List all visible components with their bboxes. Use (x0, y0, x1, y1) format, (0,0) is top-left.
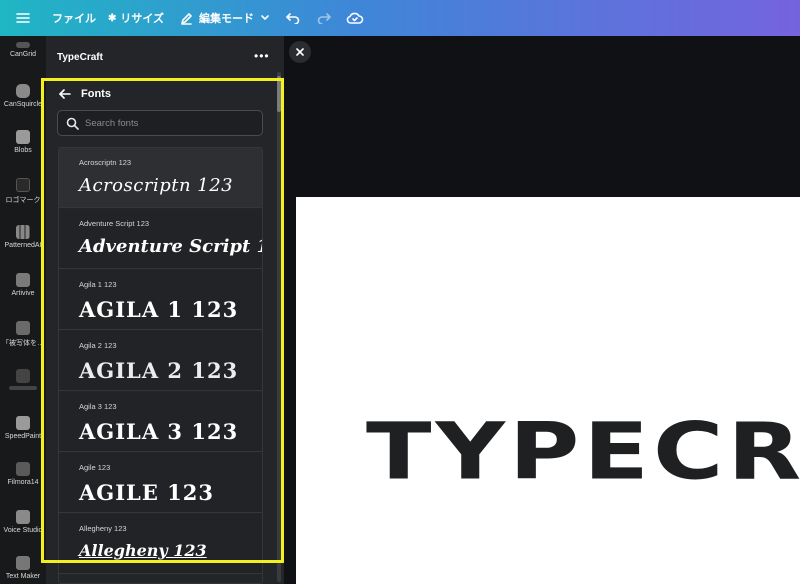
font-item[interactable]: Acroscriptn 123 Acroscriptn 123 (59, 148, 262, 208)
app-label-bar (9, 386, 37, 390)
edit-mode-dropdown[interactable]: 編集モード (180, 0, 270, 36)
app-placeholder-icon (16, 369, 30, 383)
subject-icon (16, 321, 30, 335)
app-label: Text Maker (5, 573, 41, 580)
speedpaint-icon (16, 416, 30, 430)
close-panel-button[interactable] (289, 41, 311, 63)
file-menu-label: ファイル (52, 13, 96, 25)
font-name: Acroscriptn 123 (79, 158, 132, 167)
font-preview: Adventure Script 123 (79, 236, 262, 257)
file-menu[interactable]: ファイル (52, 0, 96, 36)
squircle-icon (16, 84, 30, 98)
panel-title: TypeCraft (57, 52, 103, 63)
redo-icon (317, 13, 331, 24)
more-options-button[interactable]: ••• (254, 50, 270, 62)
app-label: Voice Studio (3, 527, 43, 534)
fonts-header-label: Fonts (81, 88, 111, 100)
pencil-icon (181, 12, 192, 25)
app-logomark[interactable]: ロゴマーク (0, 178, 46, 205)
font-item[interactable]: Agila 1 123 AGILA 1 123 (59, 270, 262, 330)
sparkle-icon: ✱ (108, 12, 117, 24)
scrollbar-thumb[interactable] (277, 76, 281, 112)
filmora-icon (16, 462, 30, 476)
font-item[interactable]: Agile 123 AGILE 123 (59, 453, 262, 513)
app-label: Artivive (11, 290, 35, 297)
edit-mode-label: 編集モード (199, 13, 254, 25)
undo-button[interactable] (286, 0, 300, 36)
menu-icon[interactable] (16, 0, 30, 36)
app-label: 「被写体を… (2, 340, 44, 347)
app-speedpaint[interactable]: SpeedPaint (0, 416, 46, 440)
font-search-box[interactable] (57, 110, 263, 136)
voice-studio-icon (16, 510, 30, 524)
canvas-background (284, 36, 800, 197)
back-arrow-icon[interactable] (59, 89, 71, 99)
font-preview: AGILE 123 (79, 480, 214, 505)
fonts-header: Fonts (59, 86, 111, 102)
resize-button[interactable]: ✱ リサイズ (108, 0, 164, 36)
app-text-maker[interactable]: Text Maker (0, 556, 46, 580)
font-preview: Acroscriptn 123 (79, 175, 234, 196)
close-icon (296, 48, 304, 56)
design-page[interactable]: TYPECR (296, 197, 800, 584)
cloud-check-icon (346, 12, 364, 24)
app-label: ロゴマーク (5, 197, 41, 204)
font-item[interactable]: Agila 3 123 AGILA 3 123 (59, 392, 262, 452)
resize-label: リサイズ (120, 13, 165, 25)
cangrid-icon (16, 42, 30, 48)
cloud-save-button[interactable] (346, 0, 364, 36)
blob-icon (16, 130, 30, 144)
app-subject[interactable]: 「被写体を… (0, 321, 46, 348)
app-unnamed[interactable] (0, 369, 46, 390)
artivive-icon (16, 273, 30, 287)
app-label: Blobs (14, 147, 32, 154)
search-input[interactable] (85, 117, 255, 129)
font-name: Agila 2 123 (79, 341, 117, 350)
app-patternedai[interactable]: PatternedAI (0, 225, 46, 249)
undo-icon (286, 13, 300, 24)
font-list: Acroscriptn 123 Acroscriptn 123 Adventur… (58, 147, 263, 584)
app-cansquircle[interactable]: CanSquircle (0, 84, 46, 108)
app-label: Filmora14 (7, 479, 39, 486)
font-item[interactable]: Agila 2 123 AGILA 2 123 (59, 331, 262, 391)
font-preview: AGILA 3 123 (79, 419, 239, 444)
app-voice-studio[interactable]: Voice Studio (0, 510, 46, 534)
app-filmora[interactable]: Filmora14 (0, 462, 46, 486)
redo-button[interactable] (317, 0, 331, 36)
font-name: Agila 1 123 (79, 280, 117, 289)
font-name: Agile 123 (79, 463, 111, 472)
app-cangrid[interactable]: CanGrid (0, 42, 46, 58)
font-item[interactable]: Allegheny 123 Allegheny 123 (59, 514, 262, 574)
text-maker-icon (16, 556, 30, 570)
app-blobs[interactable]: Blobs (0, 130, 46, 154)
pattern-icon (16, 225, 30, 239)
top-toolbar: ファイル ✱ リサイズ 編集モード (0, 0, 800, 36)
search-icon (66, 117, 79, 130)
font-name: Agila 3 123 (79, 402, 117, 411)
font-preview: AGILA 2 123 (79, 358, 239, 383)
chevron-down-icon (261, 15, 269, 20)
app-label: CanSquircle (3, 101, 43, 108)
font-item[interactable]: Adventure Script 123 Adventure Script 12… (59, 209, 262, 269)
app-artivive[interactable]: Artivive (0, 273, 46, 297)
app-label: PatternedAI (4, 242, 42, 249)
font-name: Allegheny 123 (79, 524, 127, 533)
font-preview: AGILA 1 123 (79, 297, 239, 322)
font-name: Adventure Script 123 (79, 219, 150, 228)
app-label: CanGrid (9, 51, 37, 58)
font-preview: Allegheny 123 (79, 541, 207, 560)
apps-sidebar: CanGrid CanSquircle Blobs ロゴマーク Patterne… (0, 36, 46, 584)
app-label: SpeedPaint (4, 433, 42, 440)
panel-scrollbar[interactable] (277, 72, 281, 582)
canvas-text[interactable]: TYPECR (366, 412, 800, 491)
logo-icon (16, 178, 30, 192)
